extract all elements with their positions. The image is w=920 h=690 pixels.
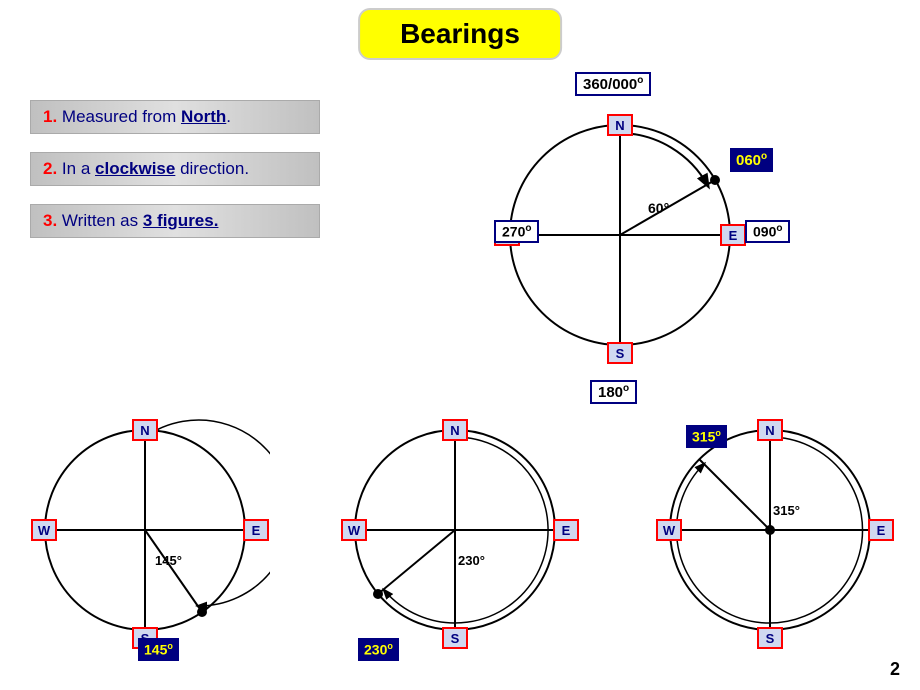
bearing-label-145: 145o [138, 638, 179, 661]
svg-text:N: N [140, 423, 149, 438]
svg-text:W: W [663, 523, 676, 538]
label-090: 090o [745, 220, 790, 243]
svg-text:W: W [38, 523, 51, 538]
rule-1: 1. Measured from North. [30, 100, 320, 134]
label-180: 180o [590, 380, 637, 404]
compass-main: 60° N S W E [490, 65, 760, 425]
svg-text:W: W [348, 523, 361, 538]
rules-panel: 1. Measured from North. 2. In a clockwis… [30, 100, 320, 256]
svg-text:S: S [766, 631, 775, 646]
page-number: 2 [890, 659, 900, 680]
svg-text:E: E [729, 228, 738, 243]
svg-text:E: E [252, 523, 261, 538]
svg-text:S: S [451, 631, 460, 646]
rule-2: 2. In a clockwise direction. [30, 152, 320, 186]
label-270: 270o [494, 220, 539, 243]
svg-text:N: N [450, 423, 459, 438]
svg-text:N: N [765, 423, 774, 438]
rule-3: 3. Written as 3 figures. [30, 204, 320, 238]
bearing-label-315-top: 315o [686, 425, 727, 448]
bearing-label-230: 230o [358, 638, 399, 661]
label-360: 360/000o [575, 72, 651, 96]
svg-text:230°: 230° [458, 553, 485, 568]
compass-230: 230° N S W E [340, 415, 580, 655]
svg-text:E: E [562, 523, 571, 538]
svg-text:315°: 315° [773, 503, 800, 518]
compass-145: 145° N S W E [30, 415, 270, 655]
svg-text:60°: 60° [648, 200, 669, 216]
svg-text:145°: 145° [155, 553, 182, 568]
svg-text:S: S [616, 346, 625, 361]
bearing-label-060: 060o [730, 148, 773, 172]
svg-text:N: N [615, 118, 624, 133]
page-title: Bearings [358, 8, 562, 60]
svg-text:E: E [877, 523, 886, 538]
compass-315: 315° N S W E [655, 415, 895, 655]
